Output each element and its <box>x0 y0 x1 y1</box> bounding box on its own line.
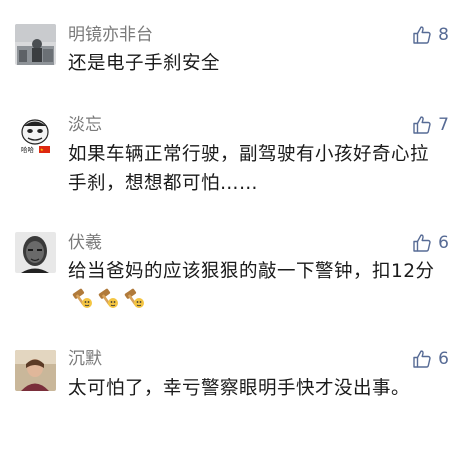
like-button[interactable]: 8 <box>412 23 449 47</box>
comment-text: 给当爸妈的应该狠狠的敲一下警钟，扣12分 <box>68 257 443 315</box>
comment-text: 太可怕了，幸亏警察眼明手快才没出事。 <box>68 378 411 399</box>
avatar[interactable]: 哈哈 ★ <box>15 116 56 157</box>
comment-username[interactable]: 淡忘 <box>68 114 102 136</box>
comment-text-content: 给当爸妈的应该狠狠的敲一下警钟，扣12分 <box>68 261 435 282</box>
thumbs-up-icon <box>413 116 431 134</box>
comment-username[interactable]: 伏羲 <box>68 232 102 254</box>
comment-username[interactable]: 沉默 <box>68 348 102 370</box>
avatar[interactable] <box>15 24 56 65</box>
hammer-emoji-icon <box>124 288 144 308</box>
like-count: 6 <box>438 233 449 253</box>
like-button[interactable]: 7 <box>412 113 449 137</box>
comment-username[interactable]: 明镜亦非台 <box>68 24 153 46</box>
thumbs-up-icon <box>413 234 431 252</box>
avatar[interactable] <box>15 350 56 391</box>
comment-text: 如果车辆正常行驶，副驾驶有小孩好奇心拉手刹，想想都可怕…… <box>68 144 430 194</box>
thumbs-up-icon <box>413 350 431 368</box>
avatar-caption: 哈哈 <box>21 145 35 154</box>
like-button[interactable]: 6 <box>412 231 449 255</box>
comment-text: 还是电子手刹安全 <box>68 53 221 74</box>
hammer-emoji-icon <box>72 288 92 308</box>
thumbs-up-icon <box>413 26 431 44</box>
svg-text:★: ★ <box>40 147 44 152</box>
hammer-emoji-icon <box>98 288 118 308</box>
like-count: 7 <box>438 115 449 135</box>
like-count: 6 <box>438 349 449 369</box>
avatar[interactable] <box>15 232 56 273</box>
like-count: 8 <box>438 25 449 45</box>
like-button[interactable]: 6 <box>412 347 449 371</box>
